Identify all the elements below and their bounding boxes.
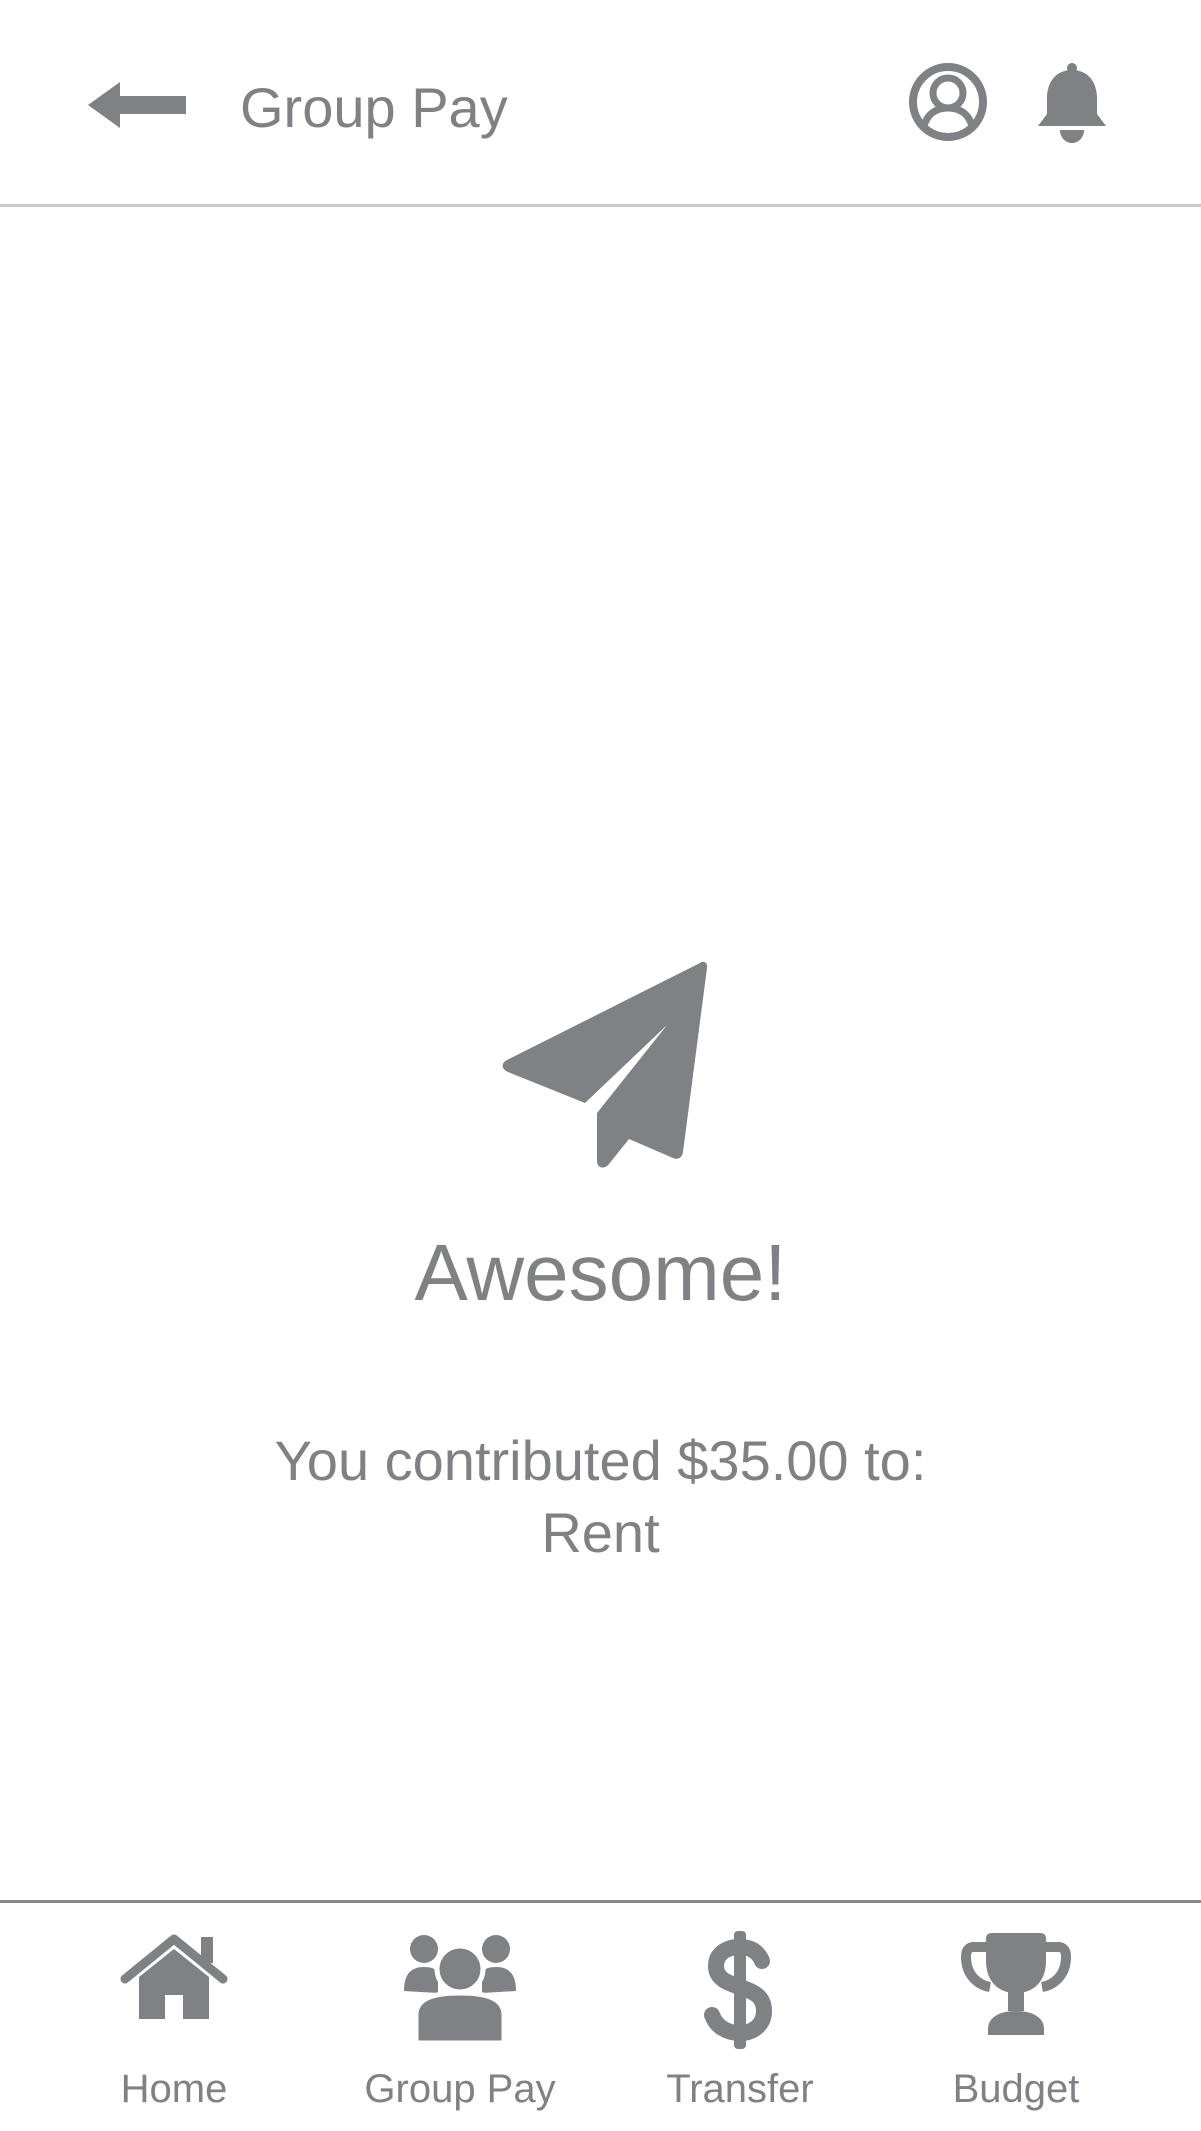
users-icon xyxy=(404,1935,516,2043)
house-icon xyxy=(120,1934,228,2019)
confirmation-message: You contributed $35.00 to: Rent xyxy=(0,1425,1201,1569)
app-screen: Group Pay Awesome! You contributed $35.0… xyxy=(0,0,1201,2131)
notifications-button[interactable] xyxy=(1030,60,1114,144)
user-circle-icon xyxy=(909,63,987,141)
nav-home[interactable]: Home xyxy=(54,1931,294,2121)
nav-transfer-label: Transfer xyxy=(666,2067,814,2111)
header-divider xyxy=(0,204,1201,207)
confirmation-illustration xyxy=(490,955,710,1170)
page-title: Group Pay xyxy=(240,76,508,139)
nav-group-pay-label: Group Pay xyxy=(364,2067,556,2111)
dollar-icon xyxy=(704,1931,773,2049)
nav-budget[interactable]: Budget xyxy=(896,1931,1136,2121)
confirmation-title: Awesome! xyxy=(414,1228,787,1317)
nav-budget-label: Budget xyxy=(952,2067,1080,2111)
nav-group-pay[interactable]: Group Pay xyxy=(340,1931,580,2121)
nav-transfer[interactable]: Transfer xyxy=(620,1931,860,2121)
profile-button[interactable] xyxy=(908,62,988,142)
trophy-icon xyxy=(960,1933,1072,2035)
bell-icon xyxy=(1038,63,1106,143)
back-button[interactable] xyxy=(88,80,186,130)
bottom-navigation: Home Group Pay Transfer Budget xyxy=(0,1903,1201,2131)
top-app-bar: Group Pay xyxy=(0,0,1201,206)
paper-plane-icon xyxy=(502,961,708,1168)
contribution-text: You contributed $35.00 to: xyxy=(274,1429,927,1492)
nav-home-label: Home xyxy=(120,2067,228,2111)
group-name: Rent xyxy=(541,1501,660,1564)
arrow-left-icon xyxy=(88,82,186,128)
